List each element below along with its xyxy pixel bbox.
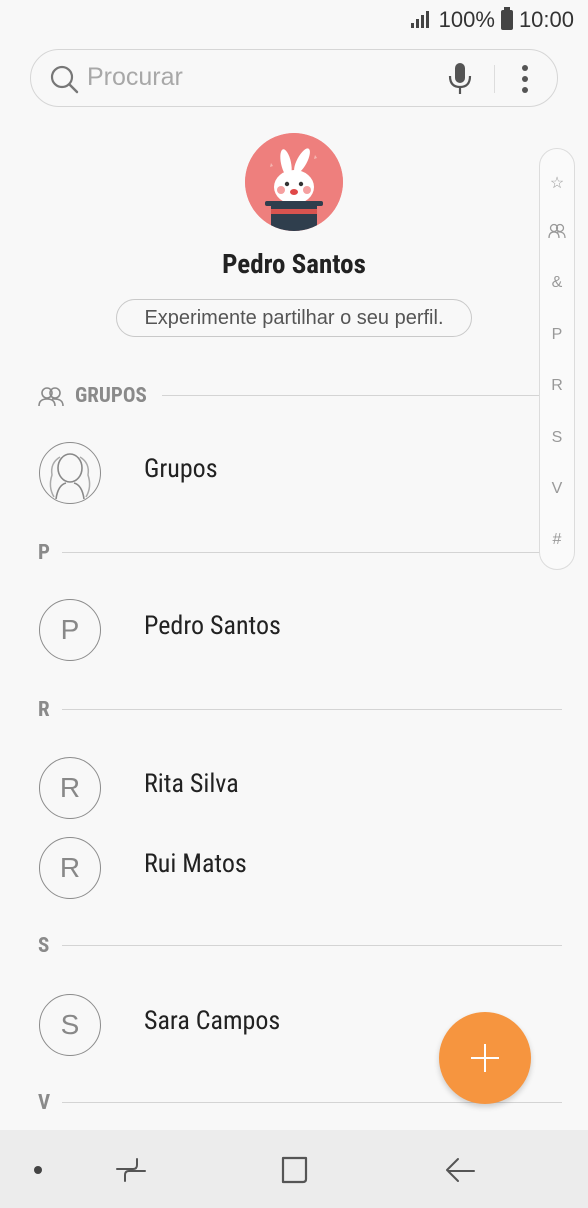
status-icons: 100% 10:00 <box>410 7 574 33</box>
section-letter: P <box>38 541 50 565</box>
profile-avatar[interactable] <box>245 133 343 231</box>
share-profile-button[interactable]: Experimente partilhar o seu perfil. <box>116 299 472 337</box>
contact-name: Sara Campos <box>144 1006 281 1036</box>
index-scroller[interactable]: ☆ & P R S V # <box>539 148 575 570</box>
section-divider <box>62 709 562 710</box>
index-symbol[interactable]: & <box>540 274 574 292</box>
microphone-icon[interactable] <box>447 62 473 96</box>
recent-apps-icon[interactable] <box>115 1155 147 1185</box>
group-avatar-icon <box>49 453 91 500</box>
search-divider <box>494 65 495 93</box>
contact-name: Rita Silva <box>144 769 239 799</box>
search-icon <box>50 65 79 94</box>
navigation-bar <box>0 1130 588 1208</box>
groups-icon <box>38 387 64 407</box>
groups-section-header: GRUPOS <box>38 382 548 412</box>
bunny-hat-illustration <box>245 133 343 231</box>
section-letter: V <box>38 1091 51 1115</box>
section-divider <box>62 945 562 946</box>
contact-avatar: R <box>39 837 101 899</box>
groups-avatar <box>39 442 101 504</box>
index-v[interactable]: V <box>540 480 574 498</box>
section-divider <box>162 395 548 396</box>
search-bar[interactable]: Procurar <box>30 49 558 107</box>
list-item-contact[interactable]: R Rui Matos <box>0 835 588 905</box>
section-header-s: S <box>38 932 562 962</box>
search-input[interactable]: Procurar <box>87 63 183 92</box>
clock: 10:00 <box>518 7 574 32</box>
index-hash[interactable]: # <box>540 531 574 549</box>
signal-icon <box>410 10 433 30</box>
profile-name[interactable]: Pedro Santos <box>0 248 588 280</box>
index-groups[interactable] <box>540 223 574 244</box>
contact-avatar: S <box>39 994 101 1056</box>
section-divider <box>62 552 562 553</box>
index-r[interactable]: R <box>540 377 574 395</box>
more-options-icon[interactable] <box>521 65 529 95</box>
section-letter: S <box>38 934 50 958</box>
add-contact-button[interactable] <box>439 1012 531 1104</box>
contact-name: Pedro Santos <box>144 611 281 641</box>
contact-avatar: P <box>39 599 101 661</box>
battery-percent: 100% <box>438 7 495 32</box>
battery-icon <box>500 7 513 30</box>
back-icon[interactable] <box>444 1155 476 1185</box>
nav-dot-icon <box>34 1166 42 1174</box>
contact-avatar: R <box>39 757 101 819</box>
section-header-r: R <box>38 696 562 726</box>
list-item-contact[interactable]: P Pedro Santos <box>0 597 588 667</box>
contact-name: Grupos <box>144 454 218 484</box>
groups-section-label: GRUPOS <box>75 384 147 408</box>
list-item-groups[interactable]: Grupos <box>0 440 588 510</box>
status-bar: 100% 10:00 <box>0 0 588 40</box>
index-s[interactable]: S <box>540 429 574 447</box>
section-letter: R <box>38 698 50 722</box>
home-icon[interactable] <box>280 1155 310 1185</box>
index-p[interactable]: P <box>540 326 574 344</box>
list-item-contact[interactable]: R Rita Silva <box>0 755 588 825</box>
groups-icon <box>548 223 566 239</box>
section-header-p: P <box>38 539 562 569</box>
index-favorites[interactable]: ☆ <box>540 173 574 193</box>
contact-name: Rui Matos <box>144 849 247 879</box>
